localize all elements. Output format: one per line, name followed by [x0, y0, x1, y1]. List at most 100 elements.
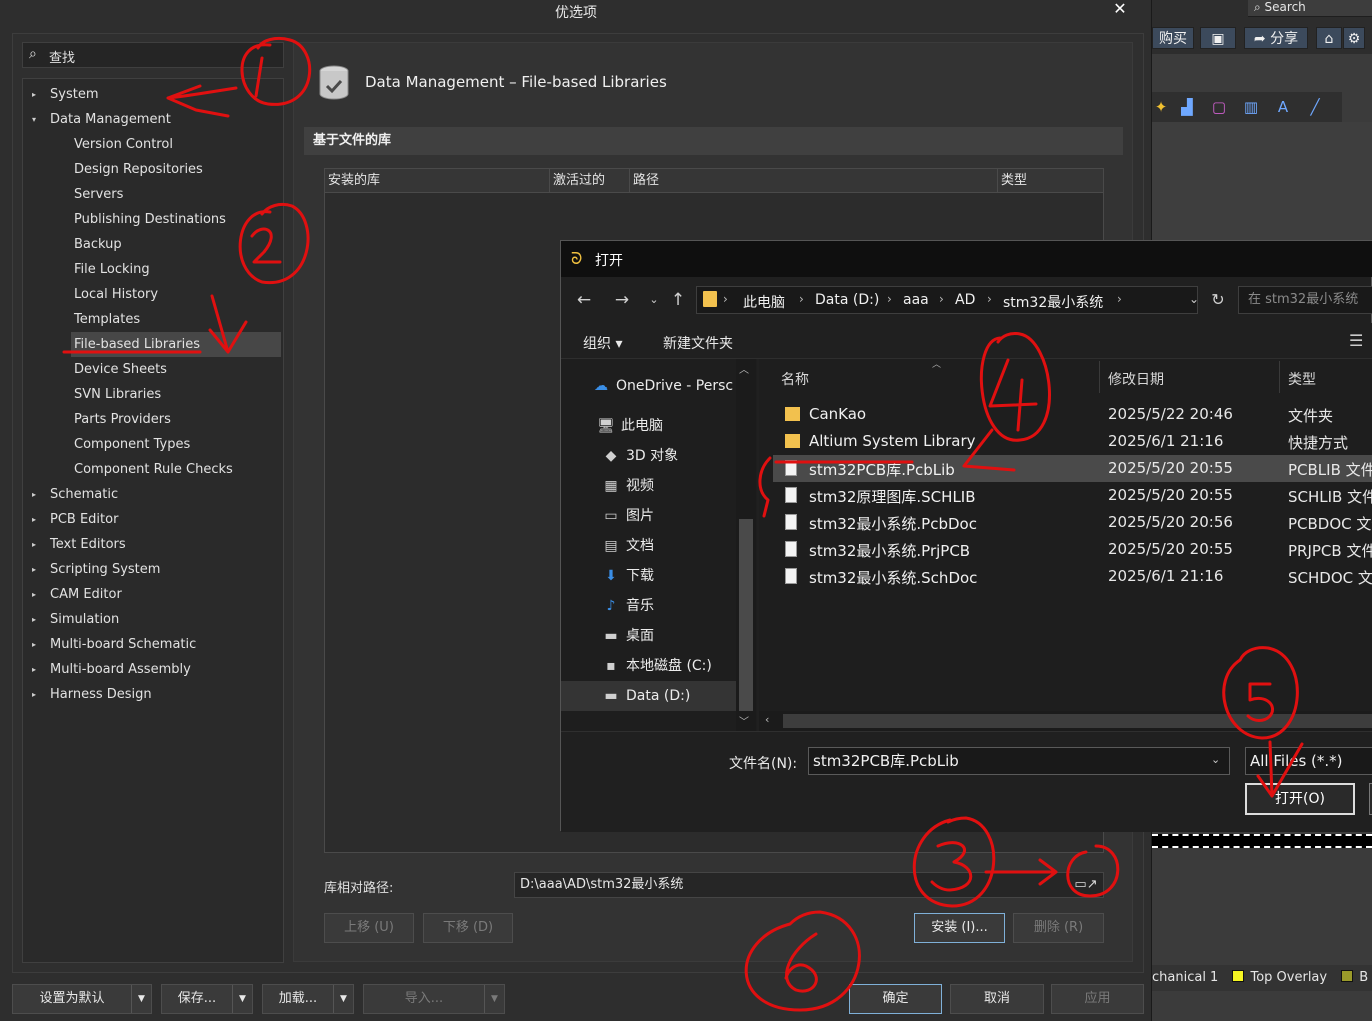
column-type[interactable]: 类型 [997, 169, 1103, 193]
apply-button[interactable]: 应用 [1051, 984, 1144, 1014]
key-icon[interactable]: ✦ [1152, 98, 1170, 116]
nav-item[interactable]: ⬇ 下载 [561, 561, 736, 591]
search-input[interactable]: ⌕ 查找 [22, 42, 284, 68]
filetype-select[interactable]: All Files (*.*) [1245, 747, 1372, 775]
refresh-icon[interactable]: ↻ [1205, 289, 1231, 311]
chevron-right-icon[interactable]: ▸ [32, 482, 36, 507]
column-activated[interactable]: 激活过的 [549, 169, 629, 193]
file-row[interactable]: stm32PCB库.PcbLib 2025/5/20 20:55 PCBLIB 文件 [773, 455, 1372, 482]
column-divider[interactable] [1099, 361, 1100, 393]
set-default-button[interactable]: 设置为默认 ▼ [12, 984, 152, 1014]
buy-button[interactable]: 购买 [1152, 27, 1194, 49]
chevron-down-icon[interactable]: ▼ [484, 985, 504, 1013]
file-row[interactable]: stm32最小系统.SchDoc 2025/6/1 21:16 SCHDOC 文件 [773, 563, 1372, 590]
chevron-down-icon[interactable]: ▼ [333, 985, 353, 1013]
file-row[interactable]: CanKao 2025/5/22 20:46 文件夹 [773, 401, 1372, 428]
place-string-icon[interactable]: ▥ [1242, 98, 1260, 116]
comment-icon[interactable]: ▣ [1200, 27, 1236, 49]
import-button[interactable]: 导入... ▼ [363, 984, 505, 1014]
tree-item-svn-libraries[interactable]: SVN Libraries [23, 382, 281, 407]
folder-search-input[interactable]: 在 stm32最小系统 [1238, 286, 1372, 314]
chevron-right-icon[interactable]: ▸ [32, 657, 36, 682]
nav-item[interactable]: 🖥 此电脑 [561, 411, 736, 441]
tree-item-schematic[interactable]: ▸ Schematic [23, 482, 281, 507]
chevron-right-icon[interactable]: ▸ [32, 632, 36, 657]
chevron-right-icon[interactable]: ▸ [32, 507, 36, 532]
tree-item-file-based-libraries[interactable]: File-based Libraries [71, 332, 281, 357]
chevron-right-icon[interactable]: ▸ [32, 682, 36, 707]
column-path[interactable]: 路径 [629, 169, 997, 193]
gear-icon[interactable]: ⚙ [1343, 27, 1365, 49]
chevron-down-icon[interactable]: ▼ [131, 985, 151, 1013]
nav-item[interactable]: ◆ 3D 对象 [561, 441, 736, 471]
scroll-up-icon[interactable]: ︿ [739, 361, 749, 376]
place-pad-icon[interactable]: ▟ [1178, 98, 1196, 116]
move-up-button[interactable]: 上移 (U) [324, 913, 414, 943]
filename-dropdown-icon[interactable]: ⌄ [1211, 753, 1220, 766]
tree-item-data-management[interactable]: ▾ Data Management [23, 107, 281, 132]
tree-item-templates[interactable]: Templates [23, 307, 281, 332]
scroll-down-icon[interactable]: ﹀ [739, 713, 749, 728]
organize-menu[interactable]: 组织 ▾ [583, 333, 622, 353]
view-options-icon[interactable]: ☰ [1349, 331, 1363, 350]
column-modified[interactable]: 修改日期 [1108, 369, 1164, 389]
browse-folder-icon[interactable]: ▭↗ [1072, 874, 1100, 896]
open-button[interactable]: 打开(O) [1245, 783, 1355, 815]
relative-path-field[interactable]: D:\aaa\AD\stm32最小系统 [514, 872, 1104, 898]
chevron-right-icon[interactable]: ▸ [32, 557, 36, 582]
background-search-box[interactable]: ⌕ Search [1248, 0, 1372, 17]
forward-arrow-icon[interactable]: → [609, 289, 635, 311]
recent-dropdown-icon[interactable]: ⌄ [641, 289, 667, 311]
filename-input[interactable]: stm32PCB库.PcbLib [808, 747, 1230, 775]
file-row[interactable]: stm32最小系统.PcbDoc 2025/5/20 20:56 PCBDOC 文件 [773, 509, 1372, 536]
layer-tab-b[interactable]: B [1359, 970, 1368, 985]
nav-item[interactable]: ▤ 文档 [561, 531, 736, 561]
tree-item-device-sheets[interactable]: Device Sheets [23, 357, 281, 382]
home-icon[interactable]: ⌂ [1316, 27, 1342, 49]
tree-item-file-locking[interactable]: File Locking [23, 257, 281, 282]
move-down-button[interactable]: 下移 (D) [423, 913, 513, 943]
back-arrow-icon[interactable]: ← [571, 289, 597, 311]
navigation-scrollbar-thumb[interactable] [739, 519, 753, 711]
line-icon[interactable]: ╱ [1306, 98, 1324, 116]
breadcrumb-data-drive[interactable]: Data (D:) [815, 292, 879, 308]
address-dropdown-icon[interactable]: ⌄ [1181, 288, 1207, 310]
tree-item-local-history[interactable]: Local History [23, 282, 281, 307]
nav-item[interactable]: ▬ Data (D:) [561, 681, 736, 711]
column-divider[interactable] [1279, 361, 1280, 393]
tree-item-component-rule-checks[interactable]: Component Rule Checks [23, 457, 281, 482]
text-icon[interactable]: A [1274, 98, 1292, 116]
nav-item[interactable]: ▬ 桌面 [561, 621, 736, 651]
column-type[interactable]: 类型 [1288, 369, 1316, 389]
tree-item-design-repositories[interactable]: Design Repositories [23, 157, 281, 182]
nav-item[interactable]: ▦ 视频 [561, 471, 736, 501]
new-folder-button[interactable]: 新建文件夹 [663, 333, 733, 353]
remove-button[interactable]: 删除 (R) [1013, 913, 1104, 943]
tree-item-pcb-editor[interactable]: ▸ PCB Editor [23, 507, 281, 532]
install-button[interactable]: 安装 (I)... [914, 913, 1005, 943]
nav-item[interactable]: ▪ 本地磁盘 (C:) [561, 651, 736, 681]
column-name[interactable]: 名称 [781, 369, 809, 389]
tree-item-publishing-destinations[interactable]: Publishing Destinations [23, 207, 281, 232]
load-button[interactable]: 加载... ▼ [262, 984, 354, 1014]
address-bar[interactable]: › 此电脑 › Data (D:) › aaa › AD › stm32最小系统… [696, 286, 1198, 314]
tree-item-simulation[interactable]: ▸ Simulation [23, 607, 281, 632]
tree-item-component-types[interactable]: Component Types [23, 432, 281, 457]
file-row[interactable]: Altium System Library 2025/6/1 21:16 快捷方式 [773, 428, 1372, 455]
layer-tab-mechanical[interactable]: chanical 1 [1152, 970, 1218, 985]
file-row[interactable]: stm32最小系统.PrjPCB 2025/5/20 20:55 PRJPCB 文件 [773, 536, 1372, 563]
tree-item-harness-design[interactable]: ▸ Harness Design [23, 682, 281, 707]
tree-item-scripting-system[interactable]: ▸ Scripting System [23, 557, 281, 582]
nav-item[interactable]: ♪ 音乐 [561, 591, 736, 621]
scroll-left-icon[interactable]: ‹ [765, 713, 769, 726]
chevron-down-icon[interactable]: ▼ [232, 985, 252, 1013]
tree-item-backup[interactable]: Backup [23, 232, 281, 257]
ok-button[interactable]: 确定 [849, 984, 942, 1014]
breadcrumb-stm32[interactable]: stm32最小系统 [1003, 292, 1103, 312]
close-icon[interactable]: ✕ [1108, 0, 1132, 20]
breadcrumb-this-pc[interactable]: 此电脑 [743, 292, 785, 312]
tree-item-version-control[interactable]: Version Control [23, 132, 281, 157]
chevron-right-icon[interactable]: ▸ [32, 532, 36, 557]
tree-item-text-editors[interactable]: ▸ Text Editors [23, 532, 281, 557]
breadcrumb-aaa[interactable]: aaa [903, 292, 929, 308]
